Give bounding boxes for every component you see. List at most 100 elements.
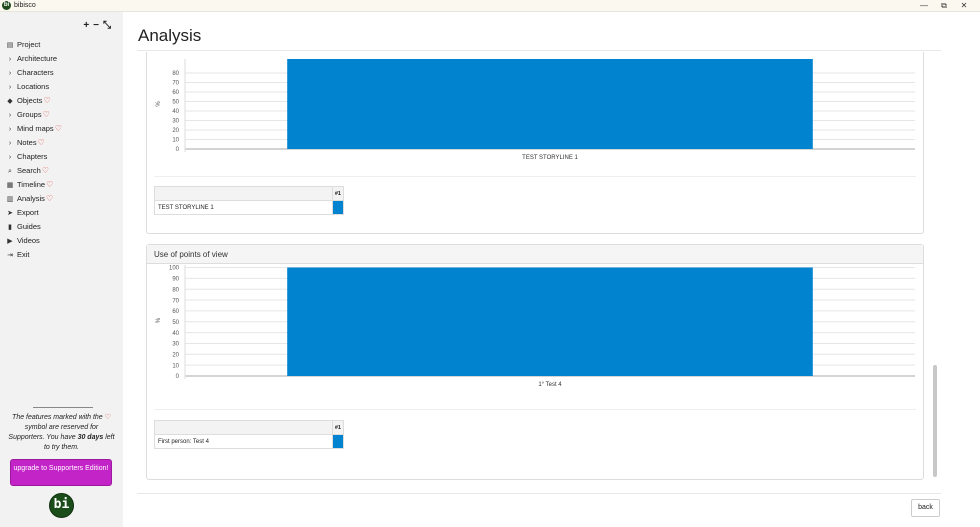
analysis-panel-points-of-view: Use of points of view 0 10 20 30 40 50 60 70 80 9… <box>146 244 924 480</box>
y-tick-label: 70 <box>172 298 179 304</box>
sidebar-nav: ▤ Project › Architecture › Characters › Locatio… <box>6 38 62 262</box>
project-icon: ▤ <box>6 42 14 49</box>
y-tick-label: 30 <box>172 342 179 348</box>
sidebar-divider <box>33 407 93 408</box>
minimize-button[interactable]: — <box>917 0 931 12</box>
sidebar-item-guides[interactable]: ▮ Guides <box>6 220 62 234</box>
heart-icon: ♡ <box>46 180 54 189</box>
legend-header-empty <box>154 420 333 435</box>
zoom-out-button[interactable]: − <box>93 20 103 31</box>
panel-title: Use of points of view <box>147 245 923 264</box>
objects-icon: ◆ <box>7 98 13 105</box>
heart-icon: ♡ <box>45 194 54 203</box>
analysis-panel-storylines: 0 10 20 30 40 50 60 70 80% TEST STORYLINE 1 #1 TE… <box>146 52 924 234</box>
table-row: First person: Test 4 <box>154 434 344 449</box>
sidebar-item-label: Export <box>17 208 39 217</box>
table-row: TEST STORYLINE 1 <box>154 200 344 215</box>
sidebar-item-label: Search <box>17 166 41 175</box>
send-icon: ➤ <box>7 210 13 217</box>
chevron-right-icon: › <box>8 126 12 133</box>
y-tick-label: 70 <box>172 81 179 87</box>
y-tick-label: 30 <box>172 119 179 125</box>
y-tick-label: 80 <box>172 71 179 77</box>
note-days: 30 days <box>77 434 104 441</box>
heart-icon: ♡ <box>54 124 62 133</box>
exit-icon: ⇥ <box>7 252 13 259</box>
legend-header: #1 <box>332 186 344 201</box>
title-divider <box>137 50 941 51</box>
y-tick-label: 50 <box>172 100 179 106</box>
panel-divider <box>154 176 916 177</box>
sidebar-item-label: Timeline <box>17 180 46 189</box>
sidebar-item-locations[interactable]: › Locations <box>6 80 62 94</box>
sidebar-item-search[interactable]: ⌕ Search♡ <box>6 164 62 178</box>
restore-button[interactable]: ⧉ <box>937 0 951 12</box>
book-icon: ▮ <box>8 224 12 231</box>
window-title: bibisco <box>14 2 36 9</box>
sidebar-item-export[interactable]: ➤ Export <box>6 206 62 220</box>
heart-icon: ♡ <box>43 96 51 105</box>
heart-icon: ♡ <box>42 110 50 119</box>
sidebar-item-label: Notes <box>17 138 37 147</box>
back-button[interactable]: back <box>911 499 940 517</box>
chart-bar <box>287 267 813 376</box>
legend-row-label: First person: Test 4 <box>154 434 333 449</box>
upgrade-button[interactable]: upgrade to Supporters Edition! <box>10 459 112 486</box>
y-tick-label: 40 <box>172 331 179 337</box>
scrollbar-thumb[interactable] <box>933 365 937 477</box>
note-text: The features marked with the <box>12 414 103 421</box>
sidebar-item-label: Videos <box>17 236 40 245</box>
chart-legend-table: #1 First person: Test 4 <box>154 420 344 449</box>
sidebar-item-label: Characters <box>17 68 54 77</box>
sidebar-item-videos[interactable]: ▶ Videos <box>6 234 62 248</box>
calendar-icon: ▦ <box>6 182 14 189</box>
sidebar-item-label: Architecture <box>17 54 58 63</box>
y-tick-label: 10 <box>172 363 179 369</box>
legend-swatch <box>332 200 344 215</box>
y-tick-label: 20 <box>172 353 179 359</box>
y-tick-label: 80 <box>172 287 179 293</box>
sidebar-item-timeline[interactable]: ▦ Timeline♡ <box>6 178 62 192</box>
sidebar-item-architecture[interactable]: › Architecture <box>6 52 62 66</box>
sidebar-item-characters[interactable]: › Characters <box>6 66 62 80</box>
sidebar-item-label: Mind maps <box>17 124 54 133</box>
zoom-in-button[interactable]: + <box>83 20 93 31</box>
sidebar-item-label: Objects <box>17 96 43 105</box>
fullscreen-button[interactable]: ⤡ <box>103 20 115 31</box>
chart-icon: ▥ <box>6 196 14 203</box>
chevron-right-icon: › <box>8 140 12 147</box>
sidebar-item-project[interactable]: ▤ Project <box>6 38 62 52</box>
chevron-right-icon: › <box>8 154 12 161</box>
chevron-right-icon: › <box>8 112 12 119</box>
sidebar-item-chapters[interactable]: › Chapters <box>6 150 62 164</box>
sidebar-item-objects[interactable]: ◆ Objects♡ <box>6 94 62 108</box>
sidebar-item-label: Project <box>17 40 41 49</box>
y-tick-label: 60 <box>172 90 179 96</box>
sidebar-item-label: Locations <box>17 82 50 91</box>
y-axis-label: % <box>156 317 162 323</box>
sidebar-item-mind-maps[interactable]: › Mind maps♡ <box>6 122 62 136</box>
y-tick-label: 10 <box>172 138 179 144</box>
heart-icon: ♡ <box>104 414 111 421</box>
y-tick-label: 100 <box>169 266 180 272</box>
page-title: Analysis <box>138 26 202 45</box>
y-tick-label: 50 <box>172 320 179 326</box>
sidebar-tools: +−⤡ <box>83 20 115 31</box>
sidebar-item-groups[interactable]: › Groups♡ <box>6 108 62 122</box>
search-icon: ⌕ <box>8 168 12 175</box>
y-tick-label: 90 <box>172 277 179 283</box>
sidebar-item-notes[interactable]: › Notes♡ <box>6 136 62 150</box>
y-tick-label: 0 <box>176 147 180 153</box>
sidebar-item-analysis[interactable]: ▥ Analysis♡ <box>6 192 62 206</box>
footer-divider <box>137 493 941 494</box>
y-axis-label: % <box>156 101 162 107</box>
legend-row-label: TEST STORYLINE 1 <box>154 200 333 215</box>
close-button[interactable]: ✕ <box>957 0 971 12</box>
chart-bar <box>287 59 813 149</box>
bibisco-logo-icon: bi <box>49 493 74 518</box>
chart-container: 0 10 20 30 40 50 60 70 80% TEST STORYLINE 1 <box>147 52 925 175</box>
sidebar-item-exit[interactable]: ⇥ Exit <box>6 248 62 262</box>
sidebar-item-label: Exit <box>17 250 30 259</box>
x-tick-label: TEST STORYLINE 1 <box>522 155 578 161</box>
legend-header-empty <box>154 186 333 201</box>
